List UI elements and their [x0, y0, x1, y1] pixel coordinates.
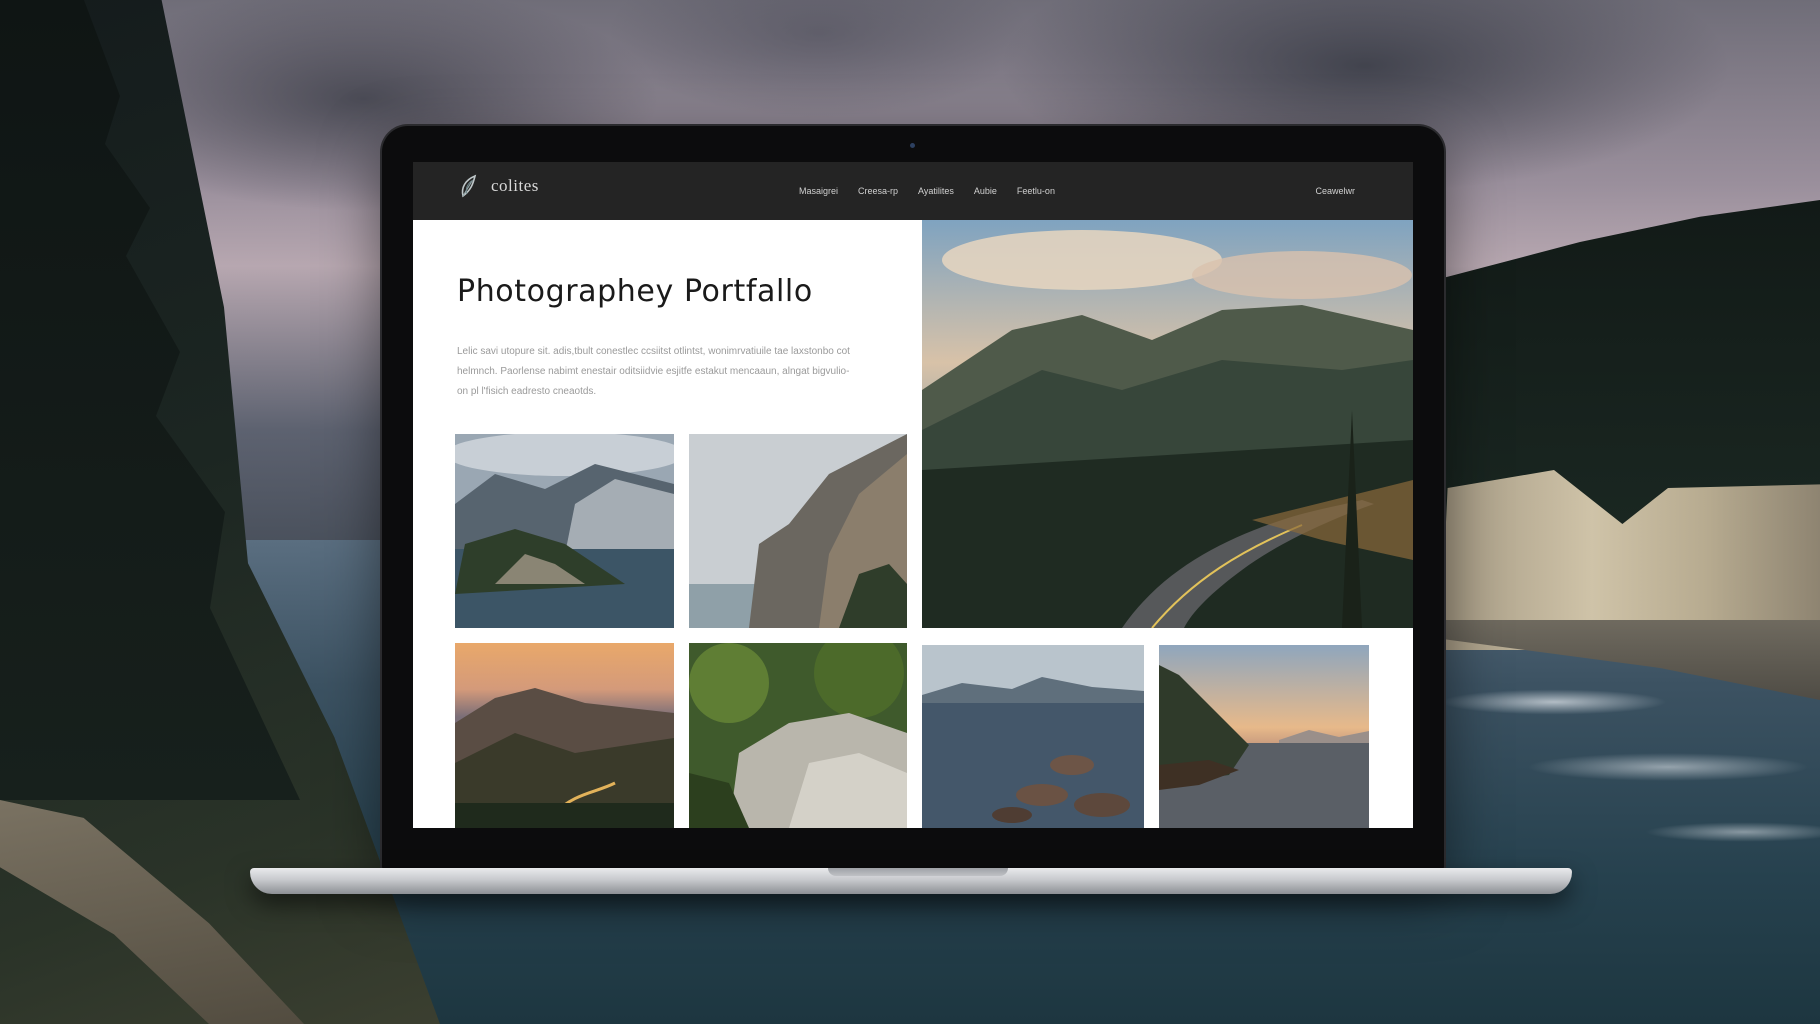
hero-description: Lelic savi utopure sit. adis,tbult cones… — [457, 346, 850, 397]
laptop-notch — [828, 868, 1008, 876]
gallery-photo-hero[interactable] — [922, 220, 1413, 628]
sea-cliff-photo — [689, 434, 907, 628]
nav-link-2[interactable]: Creesa-rp — [858, 186, 898, 196]
feather-logo-icon — [461, 174, 477, 198]
gallery-photo-3[interactable] — [455, 643, 674, 828]
camera-icon — [910, 143, 915, 148]
fjord-dusk-photo — [1159, 645, 1369, 828]
laptop-screen: colites Masaigrei Creesa-rp Ayatilites A… — [413, 162, 1413, 828]
gallery-photo-4[interactable] — [689, 643, 907, 828]
brand-name: colites — [491, 176, 539, 195]
nav-link-5[interactable]: Feetlu-on — [1017, 186, 1055, 196]
nav-link-3[interactable]: Ayatilites — [918, 186, 954, 196]
mossy-rocks-photo — [689, 643, 907, 828]
nav-link-1[interactable]: Masaigrei — [799, 186, 838, 196]
nav-links: Masaigrei Creesa-rp Ayatilites Aubie Fee… — [799, 162, 1055, 220]
rocky-shore-photo — [922, 645, 1144, 828]
nav-right-link[interactable]: Ceawelwr — [1315, 162, 1355, 220]
gallery-photo-1[interactable] — [455, 434, 674, 628]
sunset-valley-photo — [455, 643, 674, 828]
page-title: Photographey Portfallo — [457, 274, 813, 309]
nav-link-4[interactable]: Aubie — [974, 186, 997, 196]
gallery-photo-2[interactable] — [689, 434, 907, 628]
mountain-road-photo — [922, 220, 1413, 628]
laptop-base — [250, 868, 1572, 894]
gallery-photo-5[interactable] — [922, 645, 1144, 828]
lake-island-photo — [455, 434, 674, 628]
navbar: colites Masaigrei Creesa-rp Ayatilites A… — [413, 162, 1413, 220]
brand-logo[interactable]: colites — [455, 172, 539, 200]
gallery-photo-6[interactable] — [1159, 645, 1369, 828]
